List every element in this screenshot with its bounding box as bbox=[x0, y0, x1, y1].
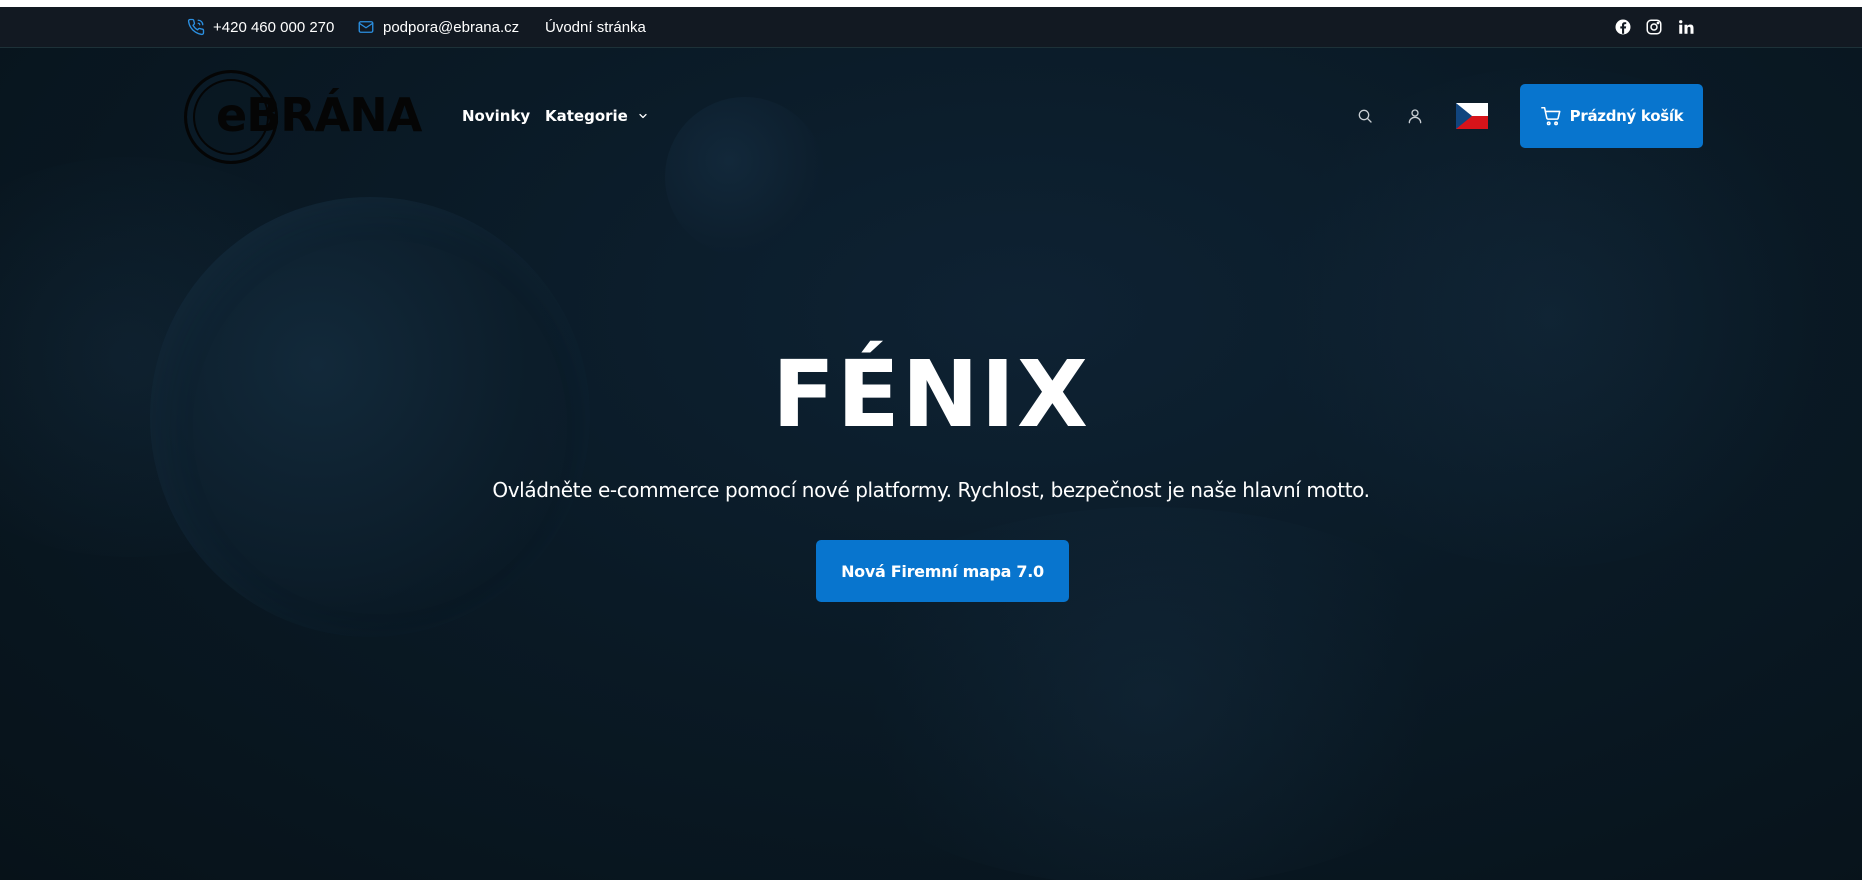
top-strip bbox=[0, 0, 1862, 7]
hero-title: FÉNIX bbox=[772, 341, 1090, 448]
cta-label: Nová Firemní mapa 7.0 bbox=[841, 561, 1044, 581]
page: +420 460 000 270 podpora@ebrana.cz Úvodn… bbox=[0, 0, 1862, 880]
logo[interactable]: eBRÁNA bbox=[180, 66, 422, 166]
top-bar: +420 460 000 270 podpora@ebrana.cz Úvodn… bbox=[0, 7, 1862, 48]
search-icon bbox=[1358, 109, 1372, 123]
user-icon bbox=[1408, 109, 1422, 124]
home-link[interactable]: Úvodní stránka bbox=[545, 7, 646, 47]
search-button[interactable] bbox=[1354, 105, 1376, 127]
nav-categories[interactable]: Kategorie bbox=[545, 104, 649, 128]
cart-button[interactable]: Prázdný košík bbox=[1520, 84, 1703, 148]
linkedin-link[interactable] bbox=[1676, 17, 1696, 37]
email-link[interactable]: podpora@ebrana.cz bbox=[357, 7, 519, 47]
facebook-link[interactable] bbox=[1613, 17, 1633, 37]
phone-icon bbox=[187, 18, 205, 36]
instagram-icon bbox=[1646, 19, 1662, 35]
czech-flag-icon bbox=[1456, 103, 1488, 129]
cart-label: Prázdný košík bbox=[1569, 107, 1684, 125]
cta-button[interactable]: Nová Firemní mapa 7.0 bbox=[816, 540, 1069, 602]
home-link-label: Úvodní stránka bbox=[545, 18, 646, 36]
planet-small bbox=[665, 97, 825, 257]
logo-text: eBRÁNA bbox=[216, 88, 422, 142]
nav-news-label: Novinky bbox=[462, 107, 531, 125]
facebook-icon bbox=[1615, 19, 1631, 35]
nav-news[interactable]: Novinky bbox=[462, 104, 530, 128]
phone-number: +420 460 000 270 bbox=[213, 18, 335, 36]
cart-icon bbox=[1540, 106, 1561, 126]
account-button[interactable] bbox=[1404, 105, 1426, 127]
language-switcher[interactable] bbox=[1456, 103, 1488, 129]
nav-categories-label: Kategorie bbox=[545, 107, 628, 125]
hero-subtitle: Ovládněte e-commerce pomocí nové platfor… bbox=[492, 478, 1370, 502]
email-address: podpora@ebrana.cz bbox=[383, 18, 520, 36]
chevron-down-icon bbox=[639, 113, 647, 119]
phone-link[interactable]: +420 460 000 270 bbox=[187, 7, 334, 47]
mail-icon bbox=[358, 21, 374, 33]
linkedin-icon bbox=[1679, 20, 1694, 34]
instagram-link[interactable] bbox=[1644, 17, 1664, 37]
